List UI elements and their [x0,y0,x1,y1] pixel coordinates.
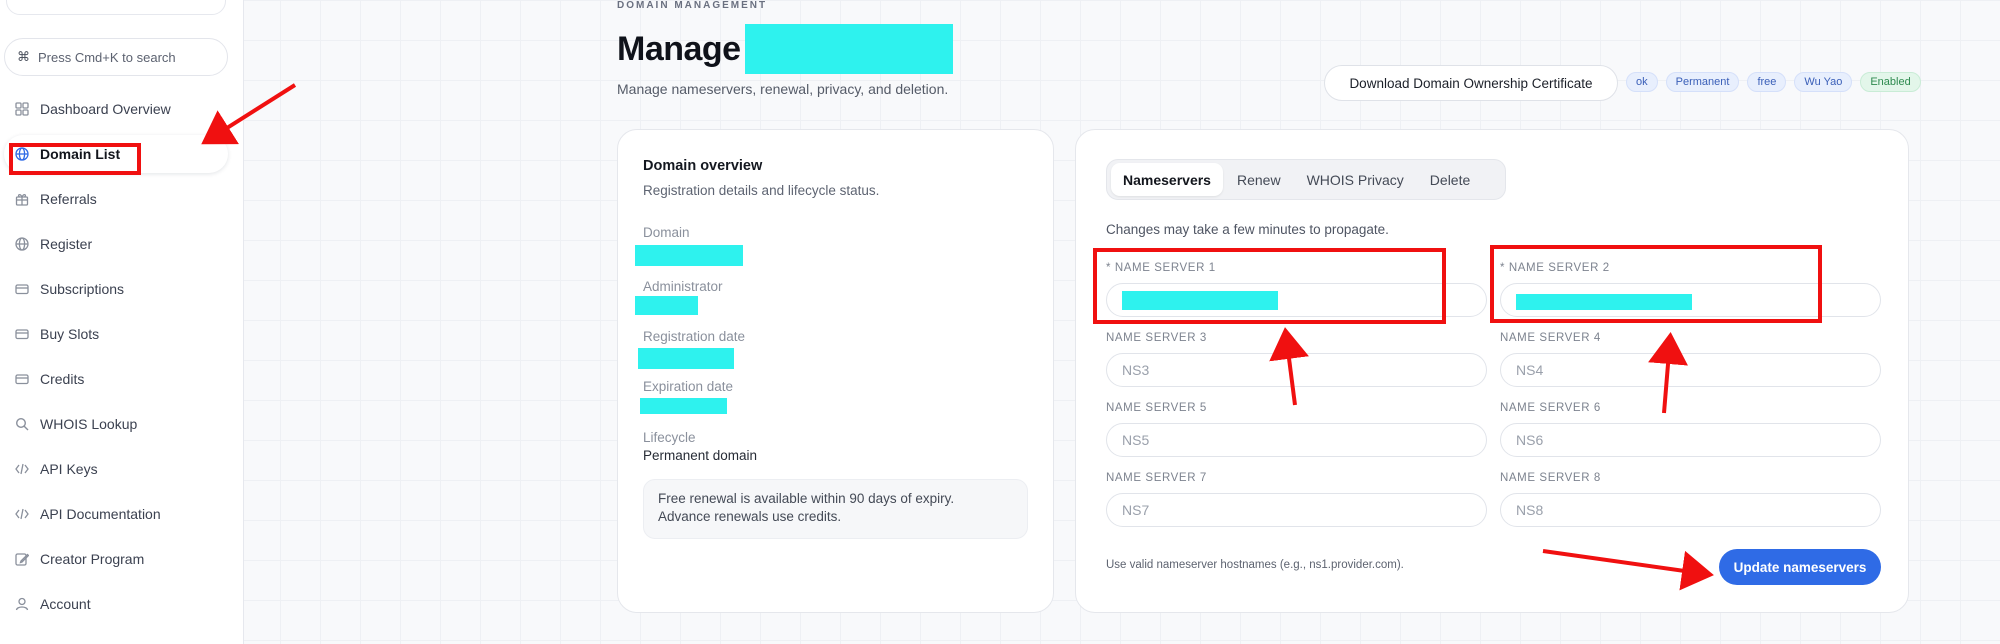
nameserver-format-hint: Use valid nameserver hostnames (e.g., ns… [1106,559,1404,571]
sidebar-item-register[interactable]: Register [4,225,228,263]
sidebar-item-label: WHOIS Lookup [40,416,138,432]
code-icon [14,506,30,522]
sidebar-item-label: Referrals [40,191,97,207]
annotation-box-domain-list [9,143,141,175]
sidebar-item-api-keys[interactable]: API Keys [4,450,228,488]
globe-icon [14,236,30,252]
name-server-8-label: NAME SERVER 8 [1500,472,1601,484]
sidebar-item-label: Account [40,596,91,612]
renewal-note: Free renewal is available within 90 days… [643,479,1028,539]
download-certificate-button[interactable]: Download Domain Ownership Certificate [1324,65,1618,101]
search-placeholder: Press Cmd+K to search [38,49,176,65]
sidebar-item-dashboard-overview[interactable]: Dashboard Overview [4,90,228,128]
domain-label: Domain [643,225,690,240]
gift-icon [14,191,30,207]
name-server-6-label: NAME SERVER 6 [1500,402,1601,414]
redacted-registration-date-value [638,348,734,369]
redacted-expiration-date-value [640,398,727,414]
edit-icon [14,551,30,567]
update-nameservers-button[interactable]: Update nameservers [1719,549,1881,585]
sidebar: ⌘ Press Cmd+K to search Dashboard Overvi… [0,0,244,644]
sidebar-item-label: Register [40,236,93,252]
page-eyebrow: DOMAIN MANAGEMENT [617,0,768,11]
card-icon [14,281,30,297]
search-input[interactable]: ⌘ Press Cmd+K to search [4,38,228,76]
name-server-8-input[interactable]: NS8 [1500,493,1881,527]
card-icon [14,371,30,387]
sidebar-item-label: Subscriptions [40,281,125,297]
status-badges: ok Permanent free Wu Yao Enabled [1626,72,1921,92]
lifecycle-label: Lifecycle [643,430,696,445]
page-title-row: Manage [617,22,953,76]
sidebar-item-account[interactable]: Account [4,585,228,623]
name-server-7-label: NAME SERVER 7 [1106,472,1207,484]
lifecycle-value: Permanent domain [643,448,758,463]
user-icon [14,596,30,612]
tab-whois-privacy[interactable]: WHOIS Privacy [1295,163,1416,196]
tab-delete[interactable]: Delete [1418,163,1482,196]
sidebar-item-credits[interactable]: Credits [4,360,228,398]
overview-subtitle: Registration details and lifecycle statu… [643,183,880,198]
registration-date-label: Registration date [643,329,746,344]
command-icon: ⌘ [17,49,30,64]
annotation-box-name-server-2 [1490,245,1822,323]
sidebar-item-label: API Documentation [40,506,161,522]
name-server-4-label: NAME SERVER 4 [1500,332,1601,344]
redacted-administrator-value [635,296,698,315]
sidebar-item-whois-lookup[interactable]: WHOIS Lookup [4,405,228,443]
renewal-note-line: Advance renewals use credits. [658,509,842,524]
status-badge: Permanent [1665,72,1740,92]
sidebar-item-label: Dashboard Overview [40,101,171,117]
page-title: Manage [617,29,741,68]
status-badge: free [1747,72,1787,92]
page-subtitle: Manage nameservers, renewal, privacy, an… [617,81,949,97]
domain-overview-card: Domain overview Registration details and… [617,129,1054,613]
annotation-box-name-server-1 [1093,248,1446,324]
name-server-6-input[interactable]: NS6 [1500,423,1881,457]
sidebar-item-referrals[interactable]: Referrals [4,180,228,218]
tab-renew[interactable]: Renew [1225,163,1293,196]
status-badge: Wu Yao [1794,72,1853,92]
grid-icon [14,101,30,117]
sidebar-item-label: API Keys [40,461,98,477]
overview-title: Domain overview [643,158,763,174]
search-icon [14,416,30,432]
name-server-3-label: NAME SERVER 3 [1106,332,1207,344]
code-icon [14,461,30,477]
sidebar-top-card[interactable] [6,0,226,15]
nameservers-card: Nameservers Renew WHOIS Privacy Delete C… [1075,129,1909,613]
name-server-4-input[interactable]: NS4 [1500,353,1881,387]
sidebar-item-label: Creator Program [40,551,145,567]
sidebar-item-buy-slots[interactable]: Buy Slots [4,315,228,353]
domain-tabs: Nameservers Renew WHOIS Privacy Delete [1106,159,1506,200]
redacted-domain-name [744,24,953,74]
name-server-5-input[interactable]: NS5 [1106,423,1487,457]
administrator-label: Administrator [643,279,723,294]
card-icon [14,326,30,342]
status-badge: Enabled [1860,72,1921,92]
sidebar-item-label: Buy Slots [40,326,100,342]
redacted-domain-value [635,245,743,266]
sidebar-item-subscriptions[interactable]: Subscriptions [4,270,228,308]
renewal-note-line: Free renewal is available within 90 days… [658,491,955,506]
sidebar-item-label: Credits [40,371,85,387]
status-badge: ok [1626,72,1658,92]
propagation-hint: Changes may take a few minutes to propag… [1106,222,1389,237]
name-server-3-input[interactable]: NS3 [1106,353,1487,387]
name-server-5-label: NAME SERVER 5 [1106,402,1207,414]
expiration-date-label: Expiration date [643,379,734,394]
sidebar-item-creator-program[interactable]: Creator Program [4,540,228,578]
tab-nameservers[interactable]: Nameservers [1111,163,1223,196]
sidebar-item-api-documentation[interactable]: API Documentation [4,495,228,533]
name-server-7-input[interactable]: NS7 [1106,493,1487,527]
